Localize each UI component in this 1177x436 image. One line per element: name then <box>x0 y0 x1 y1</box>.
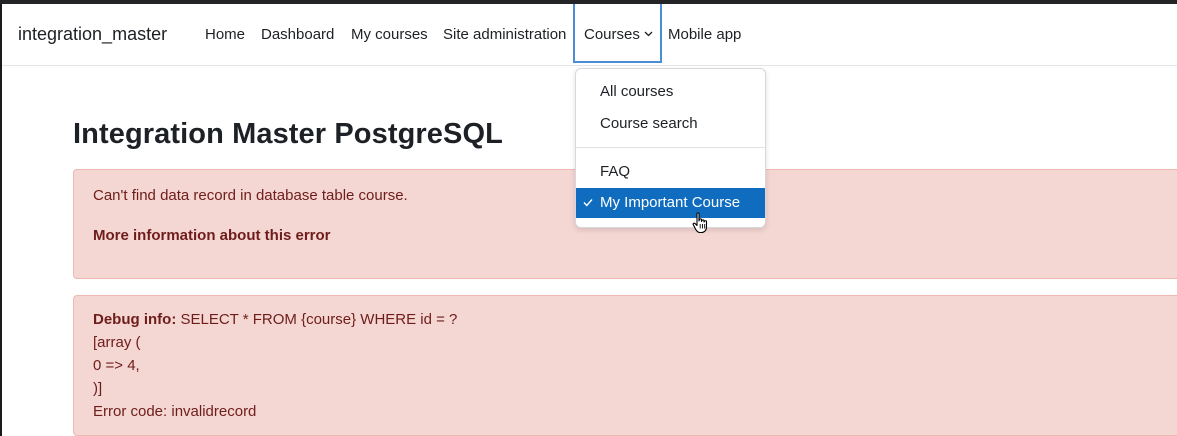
page-title: Integration Master PostgreSQL <box>73 118 503 150</box>
menu-item-my-important-course[interactable]: My Important Course <box>576 188 765 218</box>
site-brand-link[interactable]: integration_master <box>18 4 167 65</box>
menu-item-course-search[interactable]: Course search <box>576 109 765 139</box>
menu-item-all-courses[interactable]: All courses <box>576 77 765 107</box>
nav-courses-dropdown-toggle[interactable]: Courses <box>573 4 662 63</box>
debug-alert: Debug info: SELECT * FROM {course} WHERE… <box>73 295 1177 436</box>
check-icon <box>583 199 593 207</box>
courses-dropdown-menu: All courses Course search FAQ My Importa… <box>575 68 766 228</box>
window-left-edge <box>0 4 2 436</box>
debug-info-label: Debug info: <box>93 311 177 328</box>
more-info-link[interactable]: More information about this error <box>93 227 331 244</box>
nav-home[interactable]: Home <box>205 4 245 65</box>
nav-site-administration[interactable]: Site administration <box>443 4 566 65</box>
chevron-down-icon <box>644 31 653 37</box>
nav-my-courses[interactable]: My courses <box>351 4 428 65</box>
debug-info-line: Debug info: SELECT * FROM {course} WHERE… <box>93 311 457 328</box>
top-navbar: integration_master Home Dashboard My cou… <box>2 4 1177 66</box>
nav-courses-label: Courses <box>584 26 640 43</box>
error-message: Can't find data record in database table… <box>93 187 408 204</box>
debug-line: [array ( <box>93 334 141 351</box>
menu-item-faq[interactable]: FAQ <box>576 157 765 187</box>
menu-item-label: My Important Course <box>600 194 741 211</box>
debug-line: 0 => 4, <box>93 357 140 374</box>
menu-divider <box>576 147 765 148</box>
nav-dashboard[interactable]: Dashboard <box>261 4 334 65</box>
hand-cursor-icon <box>692 212 708 234</box>
debug-line: )] <box>93 380 103 397</box>
debug-query: SELECT * FROM {course} WHERE id = ? <box>176 311 458 328</box>
error-code: Error code: invalidrecord <box>93 403 257 420</box>
nav-mobile-app[interactable]: Mobile app <box>668 4 741 65</box>
